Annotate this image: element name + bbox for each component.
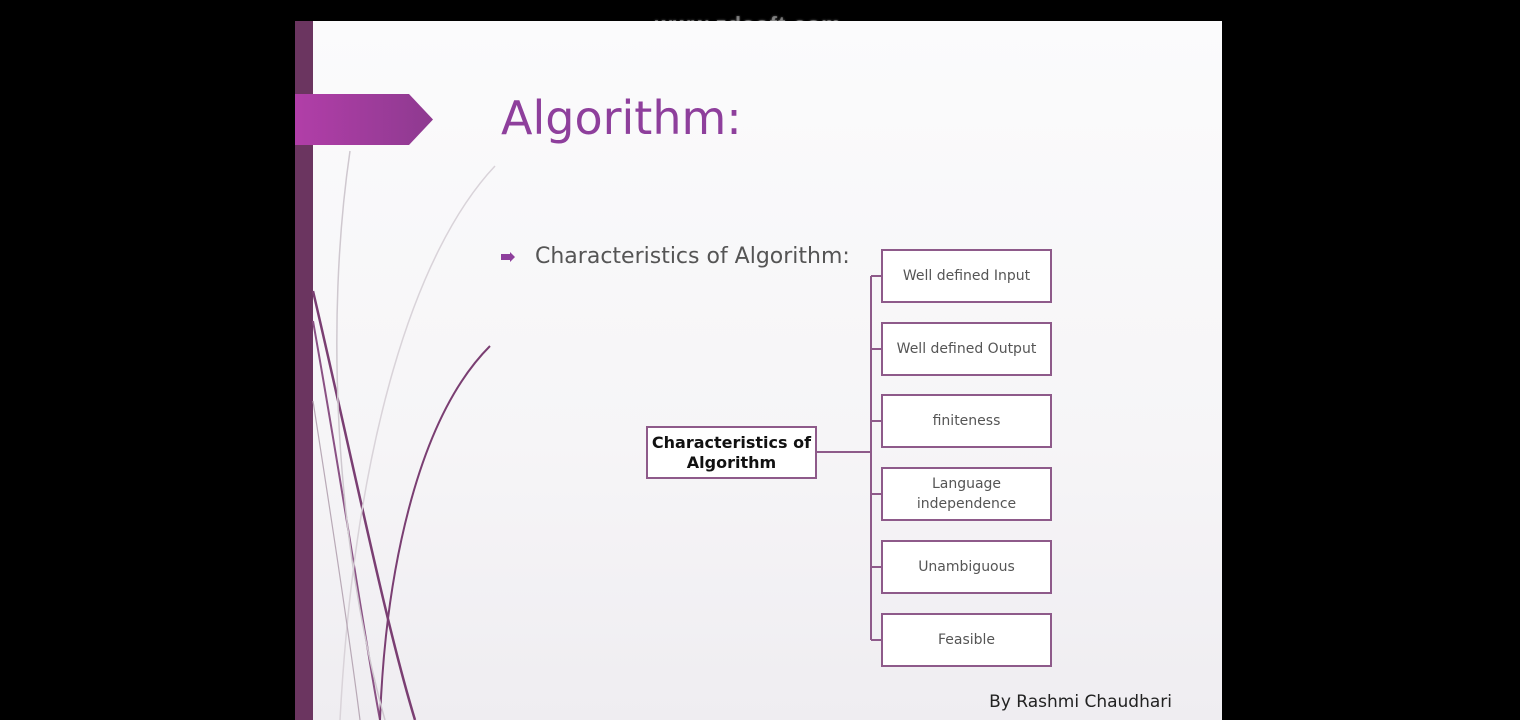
decorative-curves [311,150,496,720]
presentation-slide: Algorithm: Characteristics of Algorithm:… [295,21,1222,720]
diagram-node-feasible: Feasible [881,613,1052,667]
title-arrow-shape [295,94,433,145]
diagram-node-input: Well defined Input [881,249,1052,303]
author-credit: By Rashmi Chaudhari [989,692,1172,712]
diagram-node-unambiguous: Unambiguous [881,540,1052,594]
diagram-node-output: Well defined Output [881,322,1052,376]
bullet-item: Characteristics of Algorithm: [501,244,850,269]
diagram-root-node: Characteristics of Algorithm [646,426,817,479]
diagram-node-finiteness: finiteness [881,394,1052,448]
diagram-node-language-independence: Language independence [881,467,1052,521]
arrow-bullet-icon [501,251,515,262]
slide-title: Algorithm: [501,91,742,145]
bullet-text: Characteristics of Algorithm: [535,244,850,269]
